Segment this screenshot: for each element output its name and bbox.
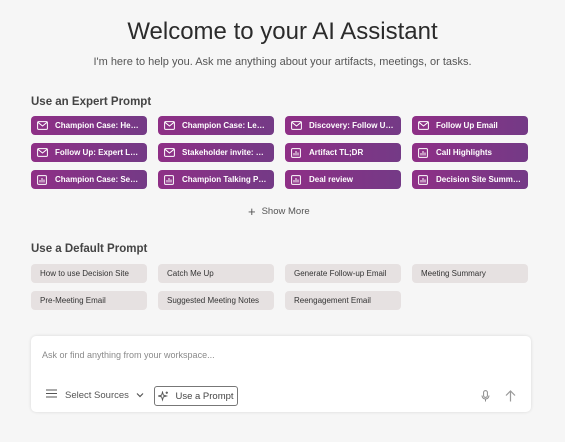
- expert-prompt-button[interactable]: Stakeholder invite: CFO: [158, 143, 274, 162]
- plus-icon: +: [248, 203, 256, 219]
- expert-prompt-button[interactable]: Champion Talking Poi...: [158, 170, 274, 189]
- expert-prompt-button[interactable]: Follow Up: Expert Level: [31, 143, 147, 162]
- mail-icon: [164, 147, 175, 158]
- expert-prompt-label: Deal review: [309, 175, 354, 184]
- expert-prompt-button[interactable]: Call Highlights: [412, 143, 528, 162]
- microphone-icon[interactable]: [481, 389, 490, 407]
- expert-prompt-label: Discovery: Follow Up ...: [309, 121, 395, 130]
- expert-prompt-button[interactable]: Follow Up Email: [412, 116, 528, 135]
- expert-prompt-button[interactable]: Deal review: [285, 170, 401, 189]
- prompt-input[interactable]: [40, 345, 514, 365]
- default-prompt-button[interactable]: Meeting Summary: [412, 264, 528, 283]
- select-sources-dropdown[interactable]: Select Sources: [46, 389, 144, 401]
- expert-prompt-label: Champion Case: Heal...: [55, 121, 141, 130]
- list-icon: [46, 389, 57, 401]
- expert-prompt-label: Champion Talking Poi...: [182, 175, 268, 184]
- chart-icon: [291, 147, 302, 158]
- chart-icon: [418, 174, 429, 185]
- default-prompt-button[interactable]: Reengagement Email: [285, 291, 401, 310]
- expert-prompt-label: Call Highlights: [436, 148, 492, 157]
- expert-prompt-label: Decision Site Summar...: [436, 175, 522, 184]
- page-subtitle: I'm here to help you. Ask me anything ab…: [93, 56, 472, 68]
- chevron-down-icon: [136, 390, 144, 401]
- use-a-prompt-button[interactable]: Use a Prompt: [154, 386, 238, 406]
- select-sources-label: Select Sources: [65, 389, 129, 401]
- chart-icon: [164, 174, 175, 185]
- expert-prompt-button[interactable]: Discovery: Follow Up ...: [285, 116, 401, 135]
- default-prompt-heading: Use a Default Prompt: [31, 243, 148, 255]
- sparkle-icon: [158, 390, 169, 402]
- prompt-composer: Select Sources Use a Prompt: [31, 336, 531, 412]
- mail-icon: [418, 120, 429, 131]
- page-title: Welcome to your AI Assistant: [127, 18, 438, 45]
- mail-icon: [37, 120, 48, 131]
- chart-icon: [37, 174, 48, 185]
- show-more-label: Show More: [261, 206, 310, 217]
- expert-prompt-button[interactable]: Champion Case: Secu...: [31, 170, 147, 189]
- expert-prompt-heading: Use an Expert Prompt: [31, 96, 152, 108]
- mail-icon: [291, 120, 302, 131]
- expert-prompt-button[interactable]: Artifact TL;DR: [285, 143, 401, 162]
- default-prompt-button[interactable]: Suggested Meeting Notes: [158, 291, 274, 310]
- default-prompt-button[interactable]: How to use Decision Site: [31, 264, 147, 283]
- default-prompt-button[interactable]: Generate Follow-up Email: [285, 264, 401, 283]
- chart-icon: [291, 174, 302, 185]
- expert-prompt-label: Follow Up: Expert Level: [55, 148, 141, 157]
- expert-prompt-button[interactable]: Champion Case: Legal: [158, 116, 274, 135]
- expert-prompt-label: Champion Case: Secu...: [55, 175, 141, 184]
- mail-icon: [37, 147, 48, 158]
- send-arrow-icon[interactable]: [505, 389, 516, 407]
- chart-icon: [418, 147, 429, 158]
- mail-icon: [164, 120, 175, 131]
- expert-prompt-label: Stakeholder invite: CFO: [182, 148, 268, 157]
- show-more-button[interactable]: + Show More: [248, 203, 310, 219]
- use-a-prompt-label: Use a Prompt: [175, 390, 234, 402]
- default-prompt-button[interactable]: Catch Me Up: [158, 264, 274, 283]
- expert-prompt-button[interactable]: Champion Case: Heal...: [31, 116, 147, 135]
- expert-prompt-label: Champion Case: Legal: [182, 121, 268, 130]
- expert-prompt-button[interactable]: Decision Site Summar...: [412, 170, 528, 189]
- expert-prompt-grid: Champion Case: Heal... Champion Case: Le…: [31, 116, 528, 189]
- expert-prompt-label: Artifact TL;DR: [309, 148, 364, 157]
- default-prompt-grid: How to use Decision Site Catch Me Up Gen…: [31, 264, 528, 310]
- expert-prompt-label: Follow Up Email: [436, 121, 498, 130]
- default-prompt-button[interactable]: Pre-Meeting Email: [31, 291, 147, 310]
